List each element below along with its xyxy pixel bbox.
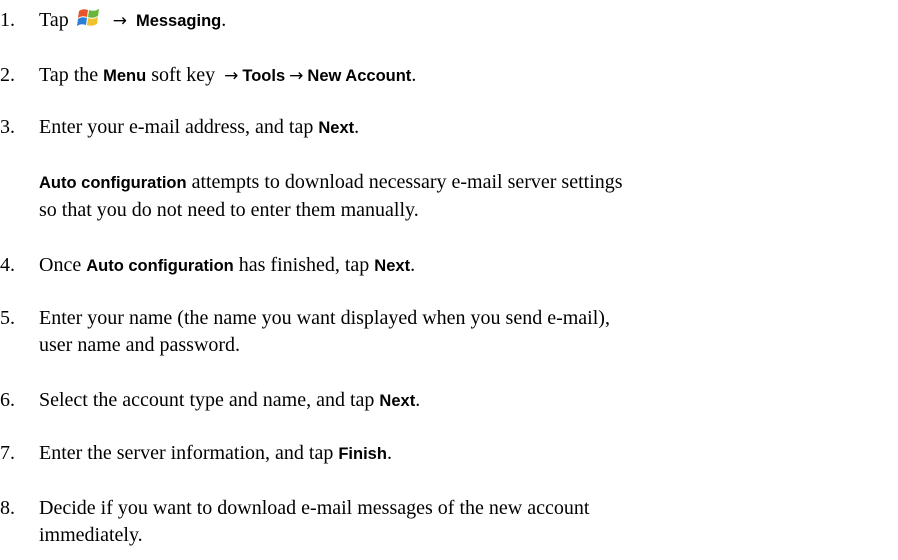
step-number: 8. — [0, 497, 15, 519]
step-number: 4. — [0, 254, 15, 276]
step-text: Select the account type and name, and ta… — [39, 389, 421, 411]
auto-configuration-note: Auto configuration attempts to download … — [39, 171, 623, 221]
step-text: Once Auto configuration has finished, ta… — [39, 254, 416, 276]
step-number: 1. — [0, 9, 15, 31]
step-text: Enter the server information, and tap Fi… — [39, 442, 392, 464]
arrow-icon: → — [224, 66, 239, 86]
windows-start-icon — [76, 7, 102, 37]
arrow-icon: → — [289, 66, 304, 86]
arrow-icon: → — [112, 11, 127, 31]
step-number: 6. — [0, 389, 15, 411]
step-text: Decide if you want to download e-mail me… — [39, 497, 590, 546]
step-number: 3. — [0, 116, 15, 138]
step-number: 7. — [0, 442, 15, 464]
step-text: Tap → Messaging. — [39, 7, 839, 37]
step-number: 2. — [0, 64, 15, 86]
step-text: Tap the Menu soft key → Tools → New Account… — [39, 64, 417, 86]
step-text: Enter your name (the name you want displ… — [39, 307, 610, 356]
instruction-document: 1. Tap → Messaging. 2. Tap the Menu soft… — [0, 0, 898, 560]
step-number: 5. — [0, 307, 15, 329]
step-text: Enter your e-mail address, and tap Next. — [39, 116, 360, 138]
